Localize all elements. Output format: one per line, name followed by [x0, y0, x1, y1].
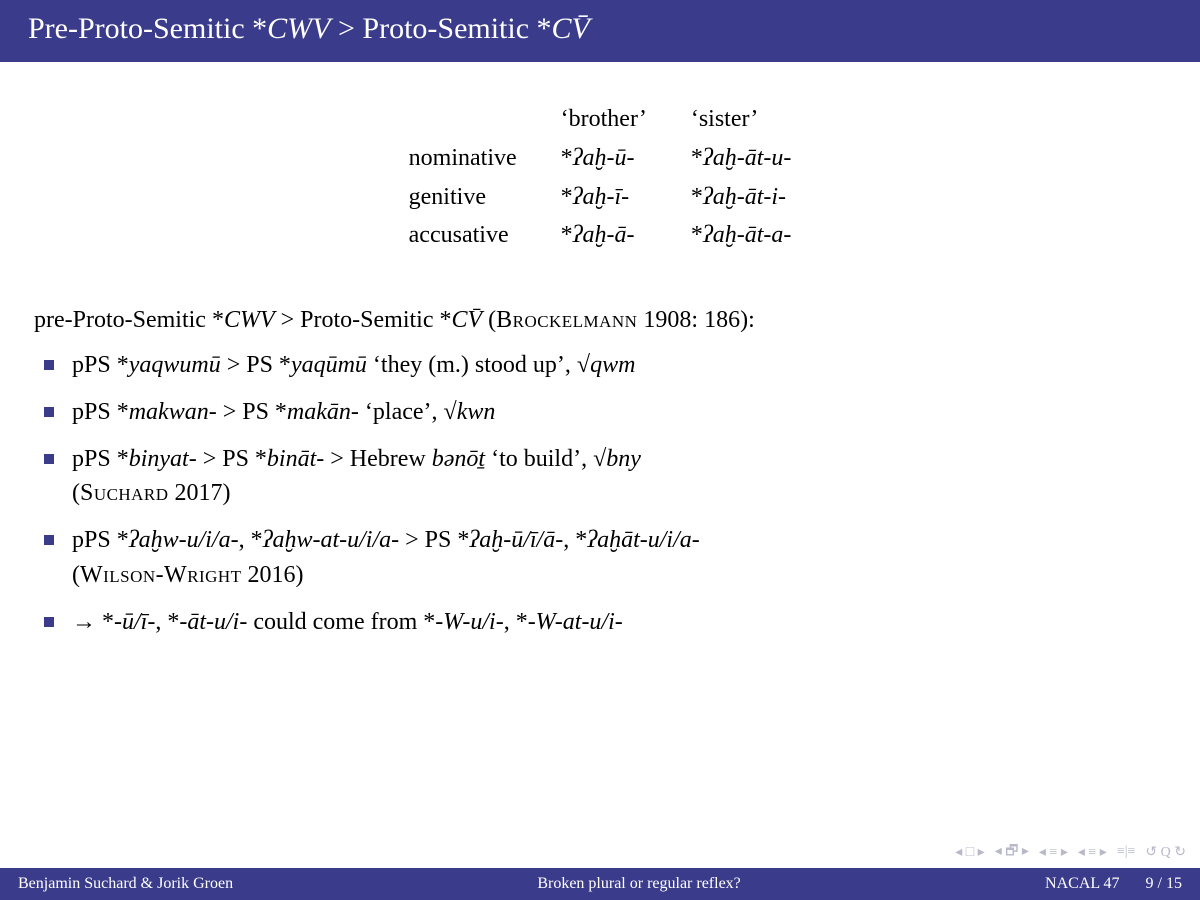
- slide-title: Pre-Proto-Semitic *CWV > Proto-Semitic *…: [0, 0, 1200, 62]
- slide-footer: Benjamin Suchard & Jorik Groen Broken pl…: [0, 868, 1200, 900]
- list-item: pPS *yaqwumū > PS *yaqūmū ‘they (m.) sto…: [72, 348, 1166, 383]
- paradigm-col-brother: ‘brother’: [539, 100, 669, 139]
- footer-page: 9 / 15: [1146, 875, 1182, 893]
- nav-loop-icon[interactable]: ↺ Q ↻: [1145, 844, 1186, 861]
- footer-title: Broken plural or regular reflex?: [233, 875, 1045, 893]
- list-item: pPS *binyat- > PS *bināt- > Hebrew bənōṯ…: [72, 442, 1166, 512]
- nav-mode-icon[interactable]: ≡|≡: [1117, 844, 1136, 860]
- list-item: pPS *makwan- > PS *makān- ‘place’, √kwn: [72, 395, 1166, 430]
- footer-venue: NACAL 47: [1045, 875, 1120, 893]
- table-row: accusative *ʔaḫ-ā- *ʔaḫ-āt-a-: [387, 216, 814, 255]
- bullet-list: pPS *yaqwumū > PS *yaqūmū ‘they (m.) sto…: [34, 348, 1166, 640]
- nav-first-icon[interactable]: ◂ □ ▸: [955, 844, 985, 861]
- footer-authors: Benjamin Suchard & Jorik Groen: [18, 875, 233, 893]
- paradigm-table: ‘brother’ ‘sister’ nominative *ʔaḫ-ū- *ʔ…: [387, 100, 814, 255]
- nav-back-icon[interactable]: ◂ ≡ ▸: [1039, 844, 1068, 861]
- table-row: genitive *ʔaḫ-ī- *ʔaḫ-āt-i-: [387, 178, 814, 217]
- beamer-navbar: ◂ □ ▸ ◂ 🗗 ▸ ◂ ≡ ▸ ◂ ≡ ▸ ≡|≡ ↺ Q ↻: [955, 840, 1186, 864]
- nav-forward-icon[interactable]: ◂ ≡ ▸: [1078, 844, 1107, 861]
- nav-prevframe-icon[interactable]: ◂ 🗗 ▸: [995, 840, 1029, 864]
- lead-line: pre-Proto-Semitic *CWV > Proto-Semitic *…: [34, 303, 1166, 338]
- paradigm-col-sister: ‘sister’: [669, 100, 814, 139]
- table-row: nominative *ʔaḫ-ū- *ʔaḫ-āt-u-: [387, 139, 814, 178]
- list-item: → *-ū/ī-, *-āt-u/i- could come from *-W-…: [72, 605, 1166, 640]
- list-item: pPS *ʔaḫw-u/i/a-, *ʔaḫw-at-u/i/a- > PS *…: [72, 523, 1166, 593]
- slide-body: ‘brother’ ‘sister’ nominative *ʔaḫ-ū- *ʔ…: [0, 62, 1200, 868]
